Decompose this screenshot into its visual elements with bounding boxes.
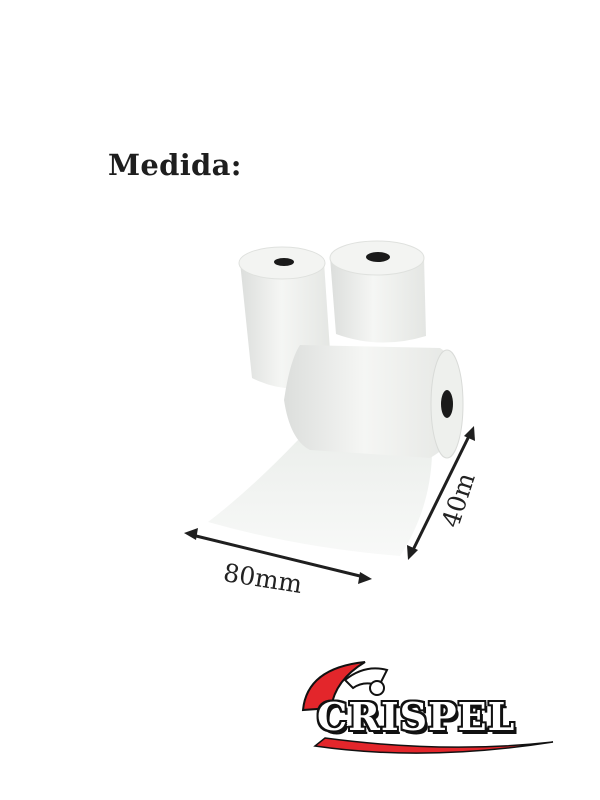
paper-roll-icon	[329, 240, 426, 343]
brand-name: CRISPEL	[317, 694, 516, 739]
brand-logo: CRISPEL	[295, 650, 560, 760]
